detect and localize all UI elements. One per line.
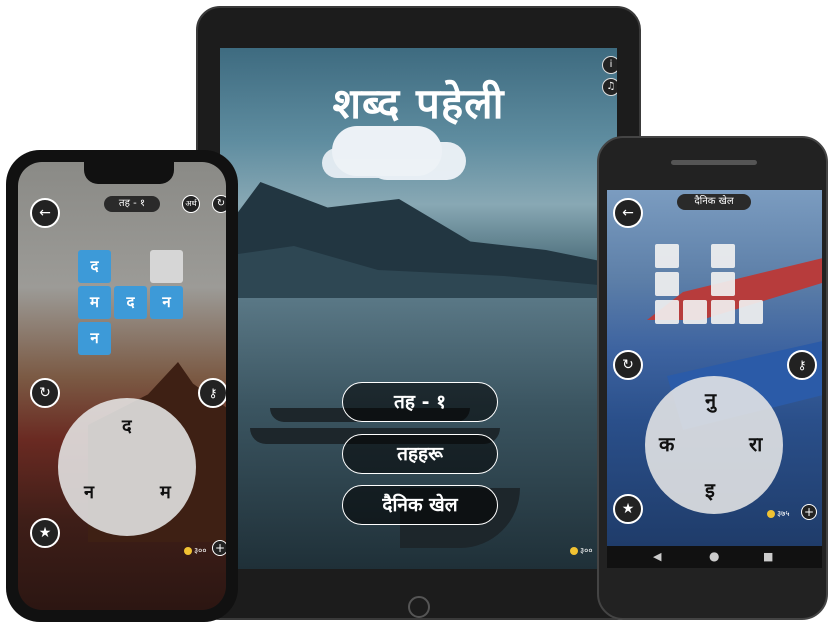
shuffle-icon[interactable]: ↻ [30, 378, 60, 408]
tile-empty [655, 244, 679, 268]
wheel-letter[interactable]: इ [705, 476, 715, 503]
level-button[interactable]: तह - १ [342, 382, 498, 422]
shuffle-icon[interactable]: ↻ [613, 350, 643, 380]
meaning-button[interactable]: अर्थ [182, 195, 200, 213]
iphone-device: ← तह - १ अर्थ ↻ द म द न न ↻ ⚷ द न म ★ ३०… [6, 150, 238, 622]
android-screen: ← दैनिक खेल ↻ ⚷ नु क रा इ ★ ३७५ + [607, 190, 822, 546]
wheel-letter[interactable]: रा [749, 430, 762, 457]
tile-empty [711, 300, 735, 324]
navigation-bar: ◀ ● ■ [607, 546, 822, 568]
coin-icon [184, 546, 192, 555]
cloud [332, 126, 442, 176]
coin-count: ३०० [570, 545, 592, 556]
speaker-grille [671, 160, 757, 165]
nav-back-icon[interactable]: ◀ [653, 550, 661, 563]
nav-home-icon[interactable]: ● [709, 549, 719, 563]
tile: द [114, 286, 147, 319]
wheel-letter[interactable]: क [659, 430, 674, 457]
level-label: तह - १ [104, 196, 160, 212]
nav-recents-icon[interactable]: ■ [763, 550, 773, 563]
back-icon[interactable]: ← [613, 198, 643, 228]
coin-icon [570, 546, 578, 555]
wheel-letter[interactable]: द [122, 414, 132, 438]
sound-icon[interactable]: ♫ [602, 78, 617, 96]
coin-value: ३०० [580, 546, 593, 555]
tile: म [78, 286, 111, 319]
coin-value: ३७५ [777, 509, 790, 518]
wheel-letter[interactable]: नु [705, 386, 716, 413]
coin-icon [767, 509, 775, 518]
tile-empty [683, 300, 707, 324]
tile-empty [655, 272, 679, 296]
tile: न [150, 286, 183, 319]
levels-button[interactable]: तहहरू [342, 434, 498, 474]
daily-game-label: दैनिक खेल [677, 194, 751, 210]
tile-empty [150, 250, 183, 283]
tile: द [78, 250, 111, 283]
tablet-screen: शब्द पहेली i ♫ तह - १ तहहरू दैनिक खेल ३०… [220, 48, 617, 569]
wheel-letter[interactable]: न [84, 480, 94, 504]
tile: न [78, 322, 111, 355]
add-coins-icon[interactable]: + [212, 540, 226, 556]
tile-empty [655, 300, 679, 324]
coin-count: ३७५ [767, 508, 789, 519]
home-button[interactable] [408, 596, 430, 618]
iphone-screen: ← तह - १ अर्थ ↻ द म द न न ↻ ⚷ द न म ★ ३०… [18, 162, 226, 610]
daily-game-button[interactable]: दैनिक खेल [342, 485, 498, 525]
tile-empty [711, 272, 735, 296]
key-hint-icon[interactable]: ⚷ [198, 378, 226, 408]
coin-value: ३०० [194, 546, 207, 555]
coin-count: ३०० [184, 545, 206, 556]
back-icon[interactable]: ← [30, 198, 60, 228]
app-title: शब्द पहेली [332, 79, 505, 128]
wheel-letter[interactable]: म [160, 480, 171, 504]
key-hint-icon[interactable]: ⚷ [787, 350, 817, 380]
star-icon[interactable]: ★ [30, 518, 60, 548]
tablet-device: शब्द पहेली i ♫ तह - १ तहहरू दैनिक खेल ३०… [196, 6, 641, 620]
notch [84, 162, 174, 184]
tile-empty [739, 300, 763, 324]
info-icon[interactable]: i [602, 56, 617, 74]
android-device: ← दैनिक खेल ↻ ⚷ नु क रा इ ★ ३७५ + ◀ ● ■ [597, 136, 828, 620]
add-coins-icon[interactable]: + [801, 504, 817, 520]
tile-empty [711, 244, 735, 268]
restart-icon[interactable]: ↻ [212, 195, 226, 213]
star-icon[interactable]: ★ [613, 494, 643, 524]
